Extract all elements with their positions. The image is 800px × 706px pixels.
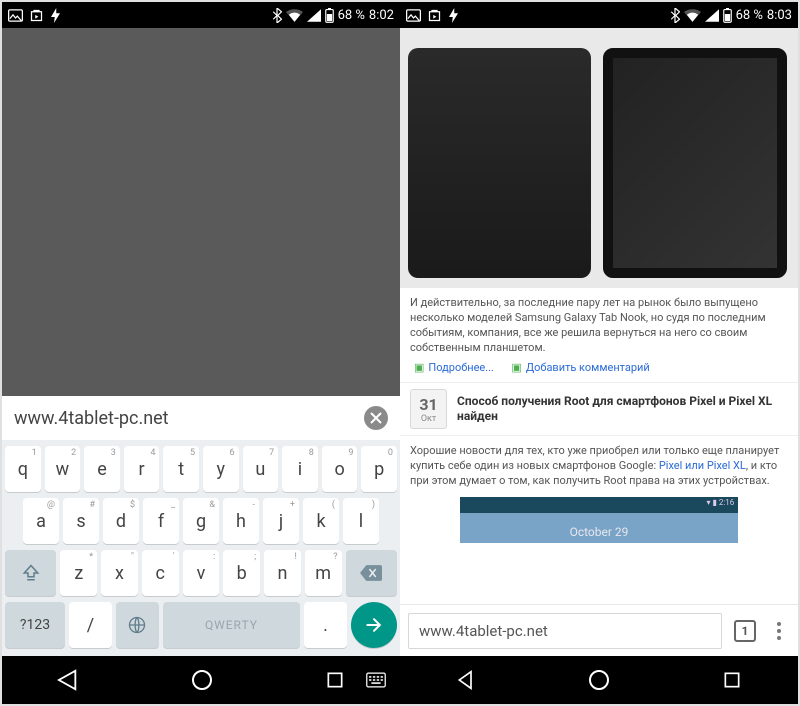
wifi-icon [286,9,303,22]
backspace-key[interactable] [346,550,397,596]
play-store-icon [29,8,44,23]
article-image [400,28,798,288]
key-j[interactable]: j+ [263,498,299,544]
phone-right: 68 % 8:03 И действительно, за последние … [400,2,798,704]
status-time: 8:03 [767,8,792,23]
key-k[interactable]: k( [303,498,339,544]
article-paragraph-2: Хорошие новости для тех, кто уже приобре… [400,436,798,497]
tab-switcher[interactable]: 1 [734,620,756,642]
language-key[interactable] [116,602,159,648]
page-dimmed-area [2,28,400,396]
back-button[interactable] [456,670,476,690]
period-key[interactable]: . [304,602,347,648]
status-bar: 68 % 8:03 [400,2,798,28]
wifi-icon [684,9,701,22]
flash-icon [448,8,459,23]
key-a[interactable]: a@ [23,498,59,544]
go-key[interactable] [351,602,397,648]
signal-icon [307,9,321,22]
headline-text[interactable]: Способ получения Root для смартфонов Pix… [457,394,788,425]
status-bar: 68 % 8:02 [2,2,400,28]
home-button[interactable] [587,668,611,692]
date-badge: 31 Окт [410,389,447,429]
key-m[interactable]: m? [305,550,342,596]
key-f[interactable]: f_ [143,498,179,544]
nav-bar [400,656,798,704]
page-content[interactable]: И действительно, за последние пару лет н… [400,28,798,604]
key-l[interactable]: l) [343,498,379,544]
article-image-2: ▾ ▮ 2:16 October 29 [460,497,739,543]
article-paragraph: И действительно, за последние пару лет н… [400,288,798,359]
battery-icon [723,8,732,23]
key-o[interactable]: o9 [322,446,358,492]
recents-button[interactable] [325,670,345,690]
key-n[interactable]: n! [264,550,301,596]
key-g[interactable]: g& [183,498,219,544]
battery-icon [325,8,334,23]
url-input[interactable]: www.4tablet-pc.net [14,408,354,429]
read-more-link[interactable]: Подробнее... [428,361,494,374]
slash-key[interactable]: / [69,602,112,648]
battery-percent: 68 % [338,8,365,23]
soft-keyboard: q1w2e3r4t5y6u7i8o9p0 a@s#d$f_g&h-j+k(l) … [2,440,400,656]
back-button[interactable] [57,669,79,691]
bluetooth-icon [272,8,282,23]
overflow-menu[interactable] [768,622,790,640]
play-store-icon [427,8,442,23]
flash-icon [50,8,61,23]
ime-switch-button[interactable] [366,672,386,688]
key-q[interactable]: q1 [5,446,41,492]
space-key[interactable]: QWERTY [163,602,300,648]
key-b[interactable]: b; [223,550,260,596]
home-button[interactable] [190,668,214,692]
key-u[interactable]: u7 [243,446,279,492]
browser-omnibar: www.4tablet-pc.net 1 [400,604,798,656]
key-p[interactable]: p0 [361,446,397,492]
key-z[interactable]: z* [60,550,97,596]
nav-bar [2,656,400,704]
status-time: 8:02 [369,8,394,23]
key-r[interactable]: r4 [124,446,160,492]
key-i[interactable]: i8 [282,446,318,492]
symbols-key[interactable]: ?123 [5,602,65,648]
clear-url-button[interactable] [364,406,388,430]
url-input[interactable]: www.4tablet-pc.net [408,613,722,649]
url-bar[interactable]: www.4tablet-pc.net [2,396,400,440]
key-v[interactable]: v: [183,550,220,596]
article-links: ▣Подробнее... ▣Добавить комментарий [400,359,798,382]
key-y[interactable]: y6 [203,446,239,492]
key-w[interactable]: w2 [45,446,81,492]
signal-icon [705,9,719,22]
tablet-front [603,48,786,278]
article-headline-block[interactable]: 31 Окт Способ получения Root для смартфо… [400,382,798,436]
key-x[interactable]: x" [101,550,138,596]
key-s[interactable]: s# [63,498,99,544]
key-t[interactable]: t5 [163,446,199,492]
image-icon [8,9,23,22]
key-c[interactable]: c' [142,550,179,596]
shift-key[interactable] [5,550,56,596]
bluetooth-icon [670,8,680,23]
phone-left: 68 % 8:02 www.4tablet-pc.net q1w2e3r4t5y… [2,2,400,704]
tablet-back [408,48,591,278]
inline-link[interactable]: Pixel или Pixel XL [659,459,746,472]
recents-button[interactable] [722,670,742,690]
battery-percent: 68 % [736,8,763,23]
image-icon [406,9,421,22]
key-e[interactable]: e3 [84,446,120,492]
add-comment-link[interactable]: Добавить комментарий [526,361,650,374]
key-h[interactable]: h- [223,498,259,544]
key-d[interactable]: d$ [103,498,139,544]
